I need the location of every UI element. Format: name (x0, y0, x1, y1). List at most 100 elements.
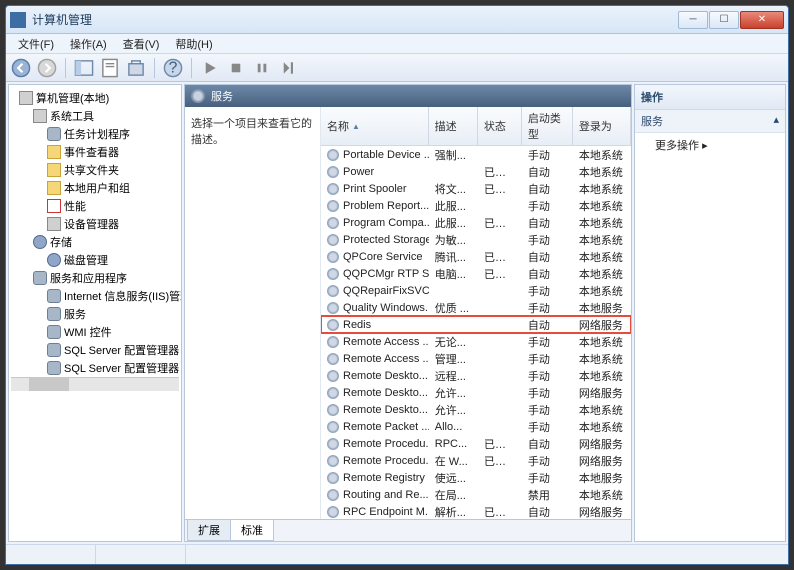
service-status: 已启动 (478, 435, 522, 453)
service-name: Remote Procedu... (343, 438, 429, 450)
service-start: 手动 (522, 367, 573, 385)
tree-system-tools[interactable]: 系统工具 (11, 107, 179, 125)
tree-services-apps[interactable]: 服务和应用程序 (11, 269, 179, 287)
service-row[interactable]: Quality Windows...优质 ...手动本地服务 (321, 299, 631, 316)
tree-performance[interactable]: 性能 (11, 197, 179, 215)
col-logon[interactable]: 登录为 (573, 107, 631, 145)
service-status (478, 341, 522, 343)
tree-device-manager[interactable]: 设备管理器 (11, 215, 179, 233)
menu-help[interactable]: 帮助(H) (167, 34, 220, 54)
service-icon (327, 353, 339, 365)
service-row[interactable]: Program Compa...此服...已启动自动本地系统 (321, 214, 631, 231)
tree-disk-mgmt[interactable]: 磁盘管理 (11, 251, 179, 269)
maximize-button[interactable]: ☐ (709, 11, 739, 29)
service-row[interactable]: Portable Device ...强制...手动本地系统 (321, 146, 631, 163)
list-header: 名称▲ 描述 状态 启动类型 登录为 (321, 107, 631, 146)
export-button[interactable] (125, 57, 147, 79)
service-row[interactable]: Remote Packet ...Allo...手动本地系统 (321, 418, 631, 435)
service-icon (327, 472, 339, 484)
tree-storage[interactable]: 存储 (11, 233, 179, 251)
properties-button[interactable] (99, 57, 121, 79)
service-row[interactable]: QQRepairFixSVC手动本地系统 (321, 282, 631, 299)
col-name[interactable]: 名称▲ (321, 107, 429, 145)
service-row[interactable]: Remote Procedu...在 W...已启动手动网络服务 (321, 452, 631, 469)
menu-file[interactable]: 文件(F) (10, 34, 62, 54)
tree-event-viewer[interactable]: 事件查看器 (11, 143, 179, 161)
service-row[interactable]: Redis自动网络服务 (321, 316, 631, 333)
titlebar[interactable]: 计算机管理 ─ ☐ ✕ (6, 6, 788, 34)
pause-button[interactable] (251, 57, 273, 79)
service-logon: 本地系统 (573, 180, 631, 198)
close-button[interactable]: ✕ (740, 11, 784, 29)
tree-root[interactable]: 算机管理(本地) (11, 89, 179, 107)
tree-sql2[interactable]: SQL Server 配置管理器 (11, 359, 179, 377)
nav-tree[interactable]: 算机管理(本地) 系统工具 任务计划程序 事件查看器 共享文件夹 本地用户和组 … (8, 84, 182, 542)
help-button[interactable]: ? (162, 57, 184, 79)
back-button[interactable] (10, 57, 32, 79)
service-name: Remote Deskto... (343, 404, 428, 416)
service-name: Problem Report... (343, 200, 429, 212)
service-desc: 在 W... (429, 452, 478, 470)
event-icon (47, 145, 61, 159)
forward-button[interactable] (36, 57, 58, 79)
tree-label: 磁盘管理 (64, 252, 108, 268)
play-button[interactable] (199, 57, 221, 79)
service-desc: 强制... (429, 146, 478, 164)
actions-section[interactable]: 服务▴ (635, 110, 785, 133)
users-icon (47, 181, 61, 195)
restart-button[interactable] (277, 57, 299, 79)
minimize-button[interactable]: ─ (678, 11, 708, 29)
service-row[interactable]: Remote Deskto...允许...手动网络服务 (321, 384, 631, 401)
stop-button[interactable] (225, 57, 247, 79)
service-name: Remote Access ... (343, 353, 429, 365)
service-row[interactable]: Routing and Re...在局...禁用本地系统 (321, 486, 631, 503)
tree-iis[interactable]: Internet 信息服务(IIS)管理器 (11, 287, 179, 305)
service-name: QQRepairFixSVC (343, 285, 429, 297)
service-logon: 网络服务 (573, 384, 631, 402)
service-desc (429, 290, 478, 292)
menu-action[interactable]: 操作(A) (62, 34, 115, 54)
tree-shared-folders[interactable]: 共享文件夹 (11, 161, 179, 179)
tree-sql1[interactable]: SQL Server 配置管理器 (11, 341, 179, 359)
actions-more[interactable]: 更多操作 ▸ (635, 133, 785, 157)
disk-icon (47, 253, 61, 267)
tree-services[interactable]: 服务 (11, 305, 179, 323)
service-row[interactable]: Problem Report...此服...手动本地系统 (321, 197, 631, 214)
service-name: Remote Registry (343, 472, 425, 484)
service-row[interactable]: RPC Endpoint M...解析...已启动自动网络服务 (321, 503, 631, 519)
services-list[interactable]: 名称▲ 描述 状态 启动类型 登录为 Portable Device ...强制… (320, 107, 631, 519)
show-hide-tree-button[interactable] (73, 57, 95, 79)
service-row[interactable]: Remote Deskto...远程...手动本地系统 (321, 367, 631, 384)
service-row[interactable]: Power已启动自动本地系统 (321, 163, 631, 180)
tree-local-users[interactable]: 本地用户和组 (11, 179, 179, 197)
computer-icon (19, 91, 33, 105)
service-desc: 远程... (429, 367, 478, 385)
tree-label: Internet 信息服务(IIS)管理器 (64, 288, 182, 304)
tab-extended[interactable]: 扩展 (187, 520, 231, 541)
service-start: 自动 (522, 316, 573, 334)
service-status (478, 358, 522, 360)
tree-wmi[interactable]: WMI 控件 (11, 323, 179, 341)
service-desc: 为敏... (429, 231, 478, 249)
tab-standard[interactable]: 标准 (230, 520, 274, 541)
service-row[interactable]: QQPCMgr RTP S...电脑...已启动自动本地系统 (321, 265, 631, 282)
menu-view[interactable]: 查看(V) (115, 34, 168, 54)
service-icon (327, 319, 339, 331)
service-row[interactable]: Remote Access ...管理...手动本地系统 (321, 350, 631, 367)
col-status[interactable]: 状态 (478, 107, 522, 145)
tree-task-scheduler[interactable]: 任务计划程序 (11, 125, 179, 143)
service-logon: 本地系统 (573, 214, 631, 232)
service-logon: 本地系统 (573, 333, 631, 351)
service-row[interactable]: QPCore Service腾讯...已启动自动本地系统 (321, 248, 631, 265)
service-icon (327, 336, 339, 348)
service-row[interactable]: Remote Procedu...RPC...已启动自动网络服务 (321, 435, 631, 452)
service-row[interactable]: Remote Deskto...允许...手动本地系统 (321, 401, 631, 418)
col-desc[interactable]: 描述 (429, 107, 478, 145)
service-row[interactable]: Protected Storage为敏...手动本地系统 (321, 231, 631, 248)
service-row[interactable]: Remote Registry使远...手动本地服务 (321, 469, 631, 486)
col-start[interactable]: 启动类型 (522, 107, 573, 145)
service-row[interactable]: Print Spooler将文...已启动自动本地系统 (321, 180, 631, 197)
service-row[interactable]: Remote Access ...无论...手动本地系统 (321, 333, 631, 350)
service-status: 已启动 (478, 163, 522, 181)
tree-hscroll[interactable] (11, 377, 179, 391)
